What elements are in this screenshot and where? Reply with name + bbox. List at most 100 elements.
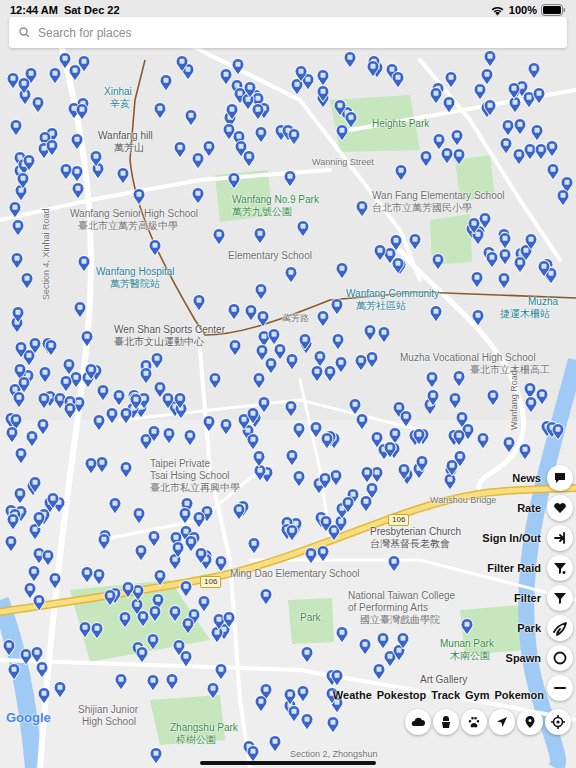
pokestop-pin-icon[interactable] <box>13 392 25 408</box>
pokestop-pin-icon[interactable] <box>499 249 511 265</box>
pokestop-pin-icon[interactable] <box>129 393 141 409</box>
pokestop-pin-icon[interactable] <box>15 342 27 358</box>
pokestop-pin-icon[interactable] <box>536 389 548 405</box>
pokestop-pin-icon[interactable] <box>76 104 88 120</box>
pokestop-pin-icon[interactable] <box>203 416 215 432</box>
pokestop-pin-icon[interactable] <box>81 331 93 347</box>
pokestop-pin-icon[interactable] <box>228 173 240 189</box>
side-button[interactable] <box>547 465 573 491</box>
pokestop-pin-icon[interactable] <box>453 149 465 165</box>
pokestop-pin-icon[interactable] <box>38 393 50 409</box>
pokestop-pin-icon[interactable] <box>531 125 543 141</box>
pokestop-pin-icon[interactable] <box>453 371 465 387</box>
pokestop-pin-icon[interactable] <box>453 430 465 446</box>
pokestop-pin-icon[interactable] <box>37 419 49 435</box>
pokestop-pin-icon[interactable] <box>477 433 489 449</box>
pokestop-pin-icon[interactable] <box>148 531 160 547</box>
pokestop-pin-icon[interactable] <box>461 619 473 635</box>
pokestop-pin-icon[interactable] <box>10 120 22 136</box>
pokestop-pin-icon[interactable] <box>36 662 48 678</box>
pokestop-pin-icon[interactable] <box>413 429 425 445</box>
pokestop-pin-icon[interactable] <box>46 140 58 156</box>
pokestop-pin-icon[interactable] <box>243 151 255 167</box>
pokestop-pin-icon[interactable] <box>319 473 331 489</box>
pokestop-pin-icon[interactable] <box>293 423 305 439</box>
pokestop-pin-icon[interactable] <box>359 639 371 655</box>
pokestop-pin-icon[interactable] <box>297 686 309 702</box>
pokestop-pin-icon[interactable] <box>29 338 41 354</box>
pokestop-pin-icon[interactable] <box>185 110 197 126</box>
pokestop-pin-icon[interactable] <box>342 497 354 513</box>
pokestop-pin-icon[interactable] <box>285 401 297 417</box>
pokestop-pin-icon[interactable] <box>71 166 83 182</box>
pokestop-pin-icon[interactable] <box>472 310 484 326</box>
pokestop-pin-icon[interactable] <box>255 696 267 712</box>
pokestop-pin-icon[interactable] <box>508 83 520 99</box>
pokestop-pin-icon[interactable] <box>451 130 463 146</box>
pokestop-pin-icon[interactable] <box>130 394 142 410</box>
pokestop-pin-icon[interactable] <box>317 546 329 562</box>
pokestop-pin-icon[interactable] <box>71 134 83 150</box>
side-button[interactable] <box>547 585 573 611</box>
pokestop-pin-icon[interactable] <box>335 357 347 373</box>
pokestop-pin-icon[interactable] <box>174 142 186 158</box>
pokestop-pin-icon[interactable] <box>327 717 339 733</box>
pokestop-pin-icon[interactable] <box>265 358 277 374</box>
pokestop-pin-icon[interactable] <box>378 327 390 343</box>
pokestop-pin-icon[interactable] <box>184 430 196 446</box>
pokestop-pin-icon[interactable] <box>7 73 19 89</box>
pokestop-pin-icon[interactable] <box>468 218 480 234</box>
pokestop-pin-icon[interactable] <box>519 444 531 460</box>
pokestop-pin-icon[interactable] <box>320 516 332 532</box>
pokestop-pin-icon[interactable] <box>93 415 105 431</box>
pokestop-pin-icon[interactable] <box>3 640 15 656</box>
pokestop-pin-icon[interactable] <box>69 65 81 81</box>
pokestop-pin-icon[interactable] <box>525 234 537 250</box>
pokestop-pin-icon[interactable] <box>420 151 432 167</box>
pokestop-pin-icon[interactable] <box>364 325 376 341</box>
pokestop-pin-icon[interactable] <box>42 550 54 566</box>
pokestop-pin-icon[interactable] <box>85 458 97 474</box>
pokestop-pin-icon[interactable] <box>147 634 159 650</box>
pokestop-pin-icon[interactable] <box>119 612 131 628</box>
pokestop-pin-icon[interactable] <box>444 474 456 490</box>
pokestop-pin-icon[interactable] <box>432 254 444 270</box>
pokestop-pin-icon[interactable] <box>546 141 558 157</box>
pokestop-pin-icon[interactable] <box>39 367 51 383</box>
pokestop-pin-icon[interactable] <box>253 451 265 467</box>
pokestop-pin-icon[interactable] <box>430 88 442 104</box>
pokestop-pin-icon[interactable] <box>215 664 227 680</box>
pokestop-pin-icon[interactable] <box>445 72 457 88</box>
pokestop-pin-icon[interactable] <box>192 188 204 204</box>
side-button-row[interactable]: Sign In/Out <box>482 525 573 551</box>
pokestop-pin-icon[interactable] <box>193 295 205 311</box>
side-button-row[interactable]: Filter <box>514 585 573 611</box>
pokestop-pin-icon[interactable] <box>49 68 61 84</box>
pokestop-pin-icon[interactable] <box>135 545 147 561</box>
pokestop-pin-icon[interactable] <box>331 299 343 315</box>
pokestop-pin-icon[interactable] <box>14 488 26 504</box>
pokestop-pin-icon[interactable] <box>345 112 357 128</box>
pokestop-pin-icon[interactable] <box>361 467 373 483</box>
pokestop-pin-icon[interactable] <box>513 149 525 165</box>
pokestop-pin-icon[interactable] <box>226 104 238 120</box>
pokestop-pin-icon[interactable] <box>321 433 333 449</box>
side-button[interactable] <box>547 615 573 641</box>
pokestop-pin-icon[interactable] <box>117 168 129 184</box>
pokestop-pin-icon[interactable] <box>443 97 455 113</box>
pokestop-pin-icon[interactable] <box>74 302 86 318</box>
pokestop-pin-icon[interactable] <box>176 56 188 72</box>
pokestop-pin-icon[interactable] <box>137 611 149 627</box>
pokestop-pin-icon[interactable] <box>215 556 227 572</box>
pokestop-pin-icon[interactable] <box>169 606 181 622</box>
pokestop-pin-icon[interactable] <box>426 372 438 388</box>
pokestop-pin-icon[interactable] <box>12 220 24 236</box>
pokestop-pin-icon[interactable] <box>397 633 409 649</box>
pokestop-pin-icon[interactable] <box>384 442 396 458</box>
pokestop-pin-icon[interactable] <box>356 414 368 430</box>
pokestop-pin-icon[interactable] <box>344 52 356 68</box>
pokestop-pin-icon[interactable] <box>524 144 536 160</box>
pokestop-pin-icon[interactable] <box>388 556 400 572</box>
pokestop-pin-icon[interactable] <box>398 464 410 480</box>
locate-button[interactable] <box>545 709 571 735</box>
